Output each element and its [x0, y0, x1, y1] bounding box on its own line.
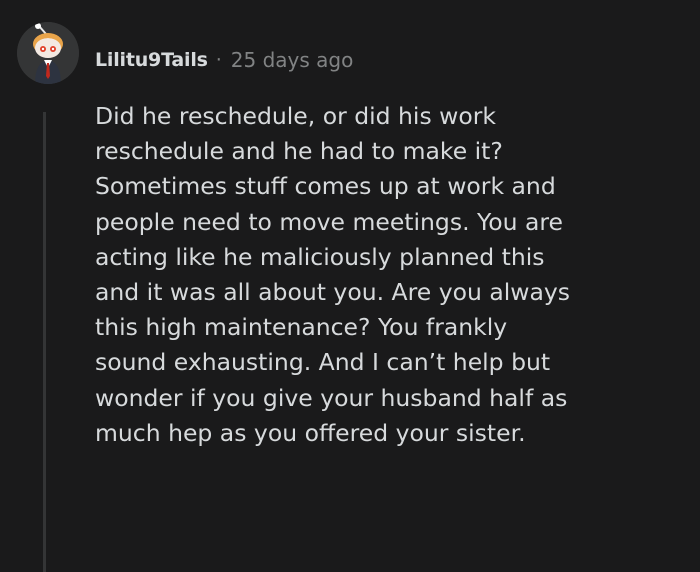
user-avatar[interactable] — [17, 22, 79, 84]
comment: Lilitu9Tails · 25 days ago Did he resche… — [0, 0, 700, 572]
comment-body-line: much hep as you offered your sister. — [95, 418, 526, 447]
comment-meta: Lilitu9Tails · 25 days ago — [95, 44, 353, 76]
comment-body-line: Sometimes stuff comes up at work and — [95, 172, 556, 201]
comment-body-line: this high maintenance? You frankly — [95, 313, 508, 342]
comment-body-line: and it was all about you. Are you always — [95, 278, 571, 307]
comment-body-line: wonder if you give your husband half as — [95, 383, 568, 412]
comment-body-line: Did he reschedule, or did his work — [95, 102, 497, 130]
author-username[interactable]: Lilitu9Tails — [95, 49, 208, 71]
snoo-avatar-icon — [17, 22, 79, 84]
comment-body-line: acting like he maliciously planned this — [95, 242, 545, 271]
comment-body-line: reschedule and he had to make it? — [95, 137, 503, 166]
comment-body-line: sound exhausting. And I can’t help but — [95, 348, 551, 377]
comment-timestamp[interactable]: 25 days ago — [231, 48, 354, 72]
thread-collapse-line[interactable] — [43, 112, 46, 572]
meta-separator: · — [215, 49, 222, 71]
comment-body: Did he reschedule, or did his work resch… — [95, 99, 685, 451]
comment-body-line: people need to move meetings. You are — [95, 207, 564, 236]
